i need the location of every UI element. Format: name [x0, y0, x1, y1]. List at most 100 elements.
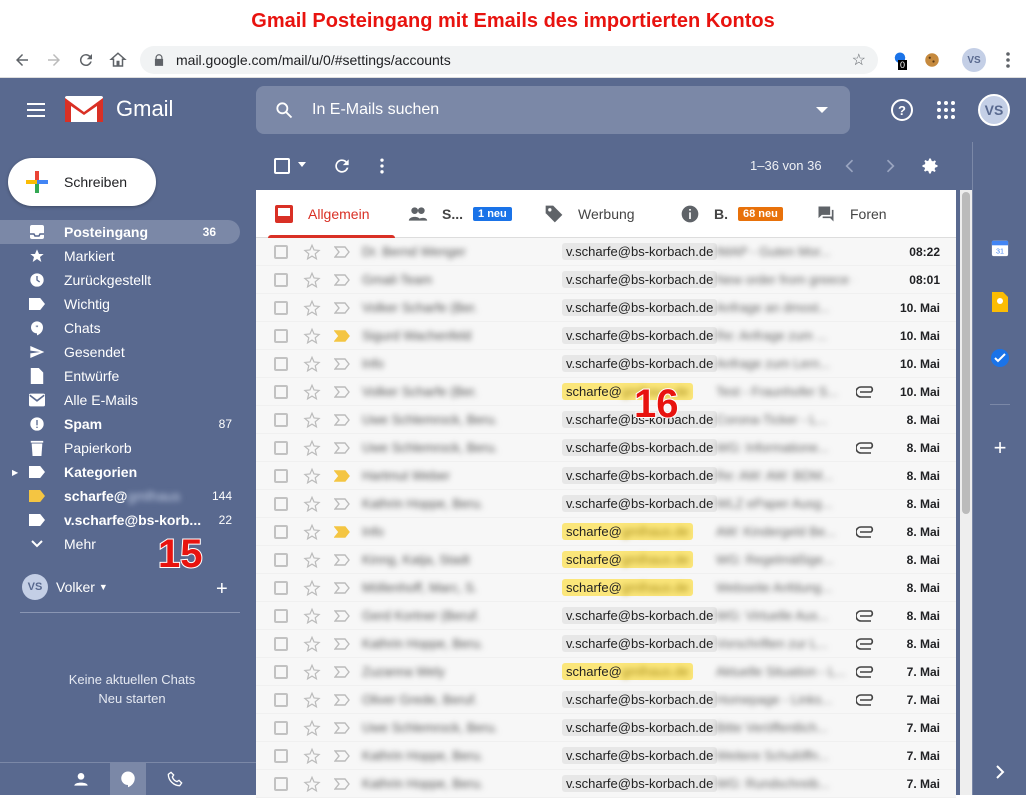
extension-icon[interactable]: 0: [888, 48, 912, 72]
tasks-icon[interactable]: [990, 348, 1010, 368]
search-icon[interactable]: [274, 100, 294, 120]
account-label[interactable]: v.scharfe@bs-korbach.de: [562, 299, 718, 316]
important-marker-icon[interactable]: [334, 581, 350, 594]
row-checkbox[interactable]: [274, 608, 288, 623]
row-checkbox[interactable]: [274, 748, 288, 763]
email-row[interactable]: Info v.scharfe@bs-korbach.de Anfrage zum…: [256, 350, 956, 378]
account-label[interactable]: v.scharfe@bs-korbach.de: [562, 775, 718, 792]
account-label[interactable]: v.scharfe@bs-korbach.de: [562, 327, 718, 344]
important-marker-icon[interactable]: [334, 273, 350, 286]
sidebar-item-starred[interactable]: Markiert: [0, 244, 256, 268]
account-label[interactable]: v.scharfe@bs-korbach.de: [562, 495, 718, 512]
browser-profile-avatar[interactable]: VS: [962, 48, 986, 72]
email-row[interactable]: Hartmut Weber v.scharfe@bs-korbach.de Re…: [256, 462, 956, 490]
star-icon[interactable]: [303, 551, 321, 569]
important-marker-icon[interactable]: [334, 357, 350, 370]
sidebar-item-all-mail[interactable]: Alle E-Mails: [0, 388, 256, 412]
main-menu-icon[interactable]: [24, 98, 48, 122]
calendar-icon[interactable]: 31: [990, 238, 1010, 258]
sidebar-item-label-bs-korbach[interactable]: v.scharfe@bs-korb... 22: [0, 508, 256, 532]
row-checkbox[interactable]: [274, 664, 288, 679]
row-checkbox[interactable]: [274, 356, 288, 371]
help-icon[interactable]: ?: [890, 98, 914, 122]
star-icon[interactable]: [303, 355, 321, 373]
sidebar-item-important[interactable]: Wichtig: [0, 292, 256, 316]
important-marker-icon[interactable]: [334, 525, 350, 538]
refresh-icon[interactable]: [332, 156, 352, 176]
tab-updates[interactable]: B. 68 neu: [680, 190, 783, 238]
email-row[interactable]: Möllenhoff, Marc, S. scharfe@gmlhaus.de …: [256, 574, 956, 602]
important-marker-icon[interactable]: [334, 609, 350, 622]
email-row[interactable]: Kathrin Hoppe, Beru. v.scharfe@bs-korbac…: [256, 770, 956, 798]
star-icon[interactable]: [303, 467, 321, 485]
scrollbar[interactable]: [960, 190, 972, 795]
row-checkbox[interactable]: [274, 300, 288, 315]
email-row[interactable]: Info scharfe@gmlhaus.de AW: Kindergeld B…: [256, 518, 956, 546]
account-avatar[interactable]: VS: [978, 94, 1010, 126]
settings-gear-icon[interactable]: [920, 156, 940, 176]
row-checkbox[interactable]: [274, 440, 288, 455]
email-row[interactable]: Kinng, Katja, Stadt scharfe@gmlhaus.de W…: [256, 546, 956, 574]
star-icon[interactable]: [303, 327, 321, 345]
hangouts-user[interactable]: VS Volker ▼: [22, 574, 108, 600]
row-checkbox[interactable]: [274, 272, 288, 287]
important-marker-icon[interactable]: [334, 721, 350, 734]
home-icon[interactable]: [102, 44, 134, 76]
important-marker-icon[interactable]: [334, 441, 350, 454]
star-icon[interactable]: [303, 635, 321, 653]
account-label[interactable]: v.scharfe@bs-korbach.de: [562, 467, 718, 484]
row-checkbox[interactable]: [274, 244, 288, 259]
important-marker-icon[interactable]: [334, 749, 350, 762]
email-row[interactable]: Kathrin Hoppe, Beru. v.scharfe@bs-korbac…: [256, 490, 956, 518]
star-icon[interactable]: [303, 691, 321, 709]
next-page-icon[interactable]: [880, 156, 900, 176]
important-marker-icon[interactable]: [334, 777, 350, 790]
sidebar-item-spam[interactable]: Spam 87: [0, 412, 256, 436]
star-icon[interactable]: [303, 383, 321, 401]
bookmark-star-icon[interactable]: ☆: [852, 50, 866, 70]
account-label[interactable]: v.scharfe@bs-korbach.de: [562, 747, 718, 764]
account-label[interactable]: scharfe@gmlhaus.de: [562, 523, 694, 540]
email-row[interactable]: Gmail-Team v.scharfe@bs-korbach.de New o…: [256, 266, 956, 294]
email-row[interactable]: Oliver Grede, Beruf. v.scharfe@bs-korbac…: [256, 686, 956, 714]
forward-icon[interactable]: [38, 44, 70, 76]
email-row[interactable]: Zuzanna Wely scharfe@gmlhaus.de Aktuelle…: [256, 658, 956, 686]
address-bar[interactable]: mail.google.com/mail/u/0/#settings/accou…: [140, 46, 878, 74]
row-checkbox[interactable]: [274, 524, 288, 539]
tab-primary[interactable]: Allgemein: [267, 190, 397, 238]
important-marker-icon[interactable]: [334, 693, 350, 706]
star-icon[interactable]: [303, 747, 321, 765]
contacts-icon[interactable]: [70, 768, 92, 790]
account-label[interactable]: v.scharfe@bs-korbach.de: [562, 607, 718, 624]
sidebar-item-drafts[interactable]: Entwürfe: [0, 364, 256, 388]
account-label[interactable]: scharfe@gmlhaus.de: [562, 579, 694, 596]
tab-forums[interactable]: Foren: [816, 190, 887, 238]
new-chat-plus-icon[interactable]: +: [216, 578, 228, 601]
select-dropdown-icon[interactable]: [298, 162, 306, 167]
star-icon[interactable]: [303, 663, 321, 681]
search-options-icon[interactable]: [816, 107, 828, 113]
account-label[interactable]: v.scharfe@bs-korbach.de: [562, 635, 718, 652]
search-box[interactable]: In E-Mails suchen: [256, 86, 850, 134]
important-marker-icon[interactable]: [334, 413, 350, 426]
important-marker-icon[interactable]: [334, 553, 350, 566]
sidebar-item-sent[interactable]: Gesendet: [0, 340, 256, 364]
important-marker-icon[interactable]: [334, 329, 350, 342]
add-addon-plus-icon[interactable]: +: [990, 435, 1010, 460]
row-checkbox[interactable]: [274, 580, 288, 595]
expand-panel-icon[interactable]: [990, 762, 1010, 782]
row-checkbox[interactable]: [274, 776, 288, 791]
select-all-checkbox[interactable]: [274, 158, 290, 174]
scrollbar-thumb[interactable]: [962, 192, 970, 514]
important-marker-icon[interactable]: [334, 469, 350, 482]
more-options-icon[interactable]: [372, 156, 392, 176]
email-row[interactable]: Sigurd Wachenfeld v.scharfe@bs-korbach.d…: [256, 322, 956, 350]
email-row[interactable]: Uwe Schlemrock, Beru. v.scharfe@bs-korba…: [256, 406, 956, 434]
star-icon[interactable]: [303, 495, 321, 513]
row-checkbox[interactable]: [274, 412, 288, 427]
gmail-logo[interactable]: [64, 94, 104, 124]
account-label[interactable]: v.scharfe@bs-korbach.de: [562, 243, 718, 260]
important-marker-icon[interactable]: [334, 497, 350, 510]
sidebar-item-label-scharfe[interactable]: scharfe@gmlhaus 144: [0, 484, 256, 508]
sidebar-item-snoozed[interactable]: Zurückgestellt: [0, 268, 256, 292]
